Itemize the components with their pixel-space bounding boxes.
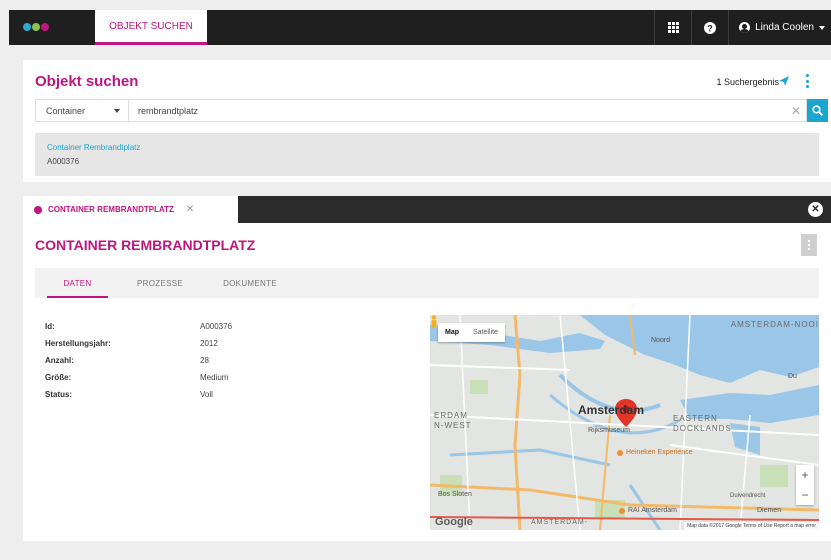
tab-daten[interactable]: DATEN — [35, 268, 120, 298]
map-place-label: RAI Amsterdam — [628, 507, 678, 514]
object-type-select[interactable]: Container — [36, 100, 129, 121]
close-all-icon[interactable]: ✕ — [808, 202, 823, 217]
property-row: Id: A000376 — [45, 318, 425, 335]
map-place-label: Duivendrecht — [730, 493, 766, 499]
chevron-down-icon — [819, 25, 825, 30]
search-panel: Objekt suchen 1 Suchergebnis Container ✕… — [23, 60, 831, 182]
tab-label: CONTAINER REMBRANDTPLATZ — [48, 205, 174, 214]
map-place-label: Diemen — [757, 507, 782, 514]
detail-tab-bar: CONTAINER REMBRANDTPLATZ ✕ ✕ — [23, 196, 831, 223]
result-name-link[interactable]: Container Rembrandtplatz — [47, 143, 140, 152]
zoom-in-button[interactable]: + — [796, 465, 814, 485]
user-name: Linda Coolen — [755, 22, 814, 33]
property-value: 28 — [200, 356, 209, 365]
map-place-label: Heineken Experience — [626, 449, 693, 456]
user-menu[interactable]: Linda Coolen — [729, 10, 831, 45]
result-count: 1 Suchergebnis — [716, 77, 779, 87]
properties-list: Id: A000376 Herstellungsjahr: 2012 Anzah… — [45, 318, 425, 403]
result-id: A000376 — [47, 157, 80, 166]
chevron-down-icon — [114, 108, 120, 113]
property-label: Status: — [45, 390, 73, 399]
map-city-label: Amsterdam — [578, 403, 645, 417]
detail-title: CONTAINER REMBRANDTPLATZ — [35, 237, 256, 253]
logo-dot-blue — [23, 23, 31, 31]
property-value: A000376 — [200, 322, 233, 331]
tab-objekt-suchen[interactable]: OBJEKT SUCHEN — [95, 10, 207, 45]
tab-dokumente[interactable]: DOKUMENTE — [200, 268, 300, 298]
detail-panel: CONTAINER REMBRANDTPLATZ DATEN PROZESSE … — [23, 223, 831, 541]
pin-icon[interactable] — [777, 74, 791, 88]
detail-more-options-icon[interactable] — [801, 234, 817, 256]
object-type-value: Container — [46, 105, 86, 116]
logo-dot-magenta — [41, 23, 49, 31]
map-area-label: EASTERN DOCKLANDS — [673, 414, 732, 433]
help-icon[interactable]: ? — [692, 10, 728, 45]
top-bar: OBJEKT SUCHEN ? Linda Coolen — [9, 10, 831, 45]
map-place-label: Bos Sloten — [438, 491, 472, 498]
zoom-out-button[interactable]: − — [796, 485, 814, 505]
map-place-label: Du — [788, 373, 797, 380]
property-label: Größe: — [45, 373, 72, 382]
map-type-map-button[interactable]: Map — [438, 323, 466, 342]
close-tab-icon[interactable]: ✕ — [186, 204, 194, 215]
tab-container-rembrandtplatz[interactable]: CONTAINER REMBRANDTPLATZ ✕ — [23, 196, 238, 223]
street-view-icon[interactable] — [430, 315, 438, 329]
search-button[interactable] — [807, 99, 828, 122]
map-type-toggle: Map Satellite — [438, 323, 505, 342]
property-row: Anzahl: 28 — [45, 352, 425, 369]
map-area-label: AMSTERDAM- — [531, 519, 589, 526]
clear-search-icon[interactable]: ✕ — [786, 100, 806, 121]
property-value: 2012 — [200, 339, 218, 348]
apps-grid-icon[interactable] — [655, 10, 691, 45]
map-type-satellite-button[interactable]: Satellite — [466, 323, 505, 342]
svg-text:?: ? — [707, 23, 713, 33]
user-avatar-icon — [739, 22, 751, 33]
property-row: Status: Voll — [45, 386, 425, 403]
more-options-icon[interactable] — [805, 74, 809, 88]
zoom-controls: + − — [796, 465, 814, 505]
property-value: Voll — [200, 390, 213, 399]
tab-prozesse[interactable]: PROZESSE — [120, 268, 200, 298]
property-label: Id: — [45, 322, 55, 331]
page-title: Objekt suchen — [35, 73, 139, 90]
search-row: Container ✕ — [35, 99, 807, 122]
map-attribution[interactable]: Map data ©2017 Google Terms of Use Repor… — [684, 522, 819, 530]
search-icon — [812, 105, 823, 116]
property-label: Herstellungsjahr: — [45, 339, 111, 348]
search-input[interactable] — [129, 100, 786, 121]
map-area-label: ERDAM N-WEST — [434, 411, 472, 430]
search-result-item[interactable]: Container Rembrandtplatz A000376 — [35, 133, 819, 176]
location-map[interactable]: Map Satellite AMSTERDAM-NOOI ERDAM N-WES… — [430, 315, 819, 530]
map-place-label: Rijksmuseum — [588, 427, 631, 434]
app-logo[interactable] — [23, 23, 49, 31]
map-place-label: Noord — [651, 337, 671, 344]
property-value: Medium — [200, 373, 229, 382]
google-logo: Google — [435, 516, 473, 528]
map-area-label: AMSTERDAM-NOOI — [730, 320, 819, 329]
tab-status-icon — [34, 205, 42, 214]
detail-subtabs: DATEN PROZESSE DOKUMENTE — [35, 268, 819, 298]
property-row: Größe: Medium — [45, 369, 425, 386]
property-label: Anzahl: — [45, 356, 74, 365]
logo-dot-green — [32, 23, 40, 31]
property-row: Herstellungsjahr: 2012 — [45, 335, 425, 352]
